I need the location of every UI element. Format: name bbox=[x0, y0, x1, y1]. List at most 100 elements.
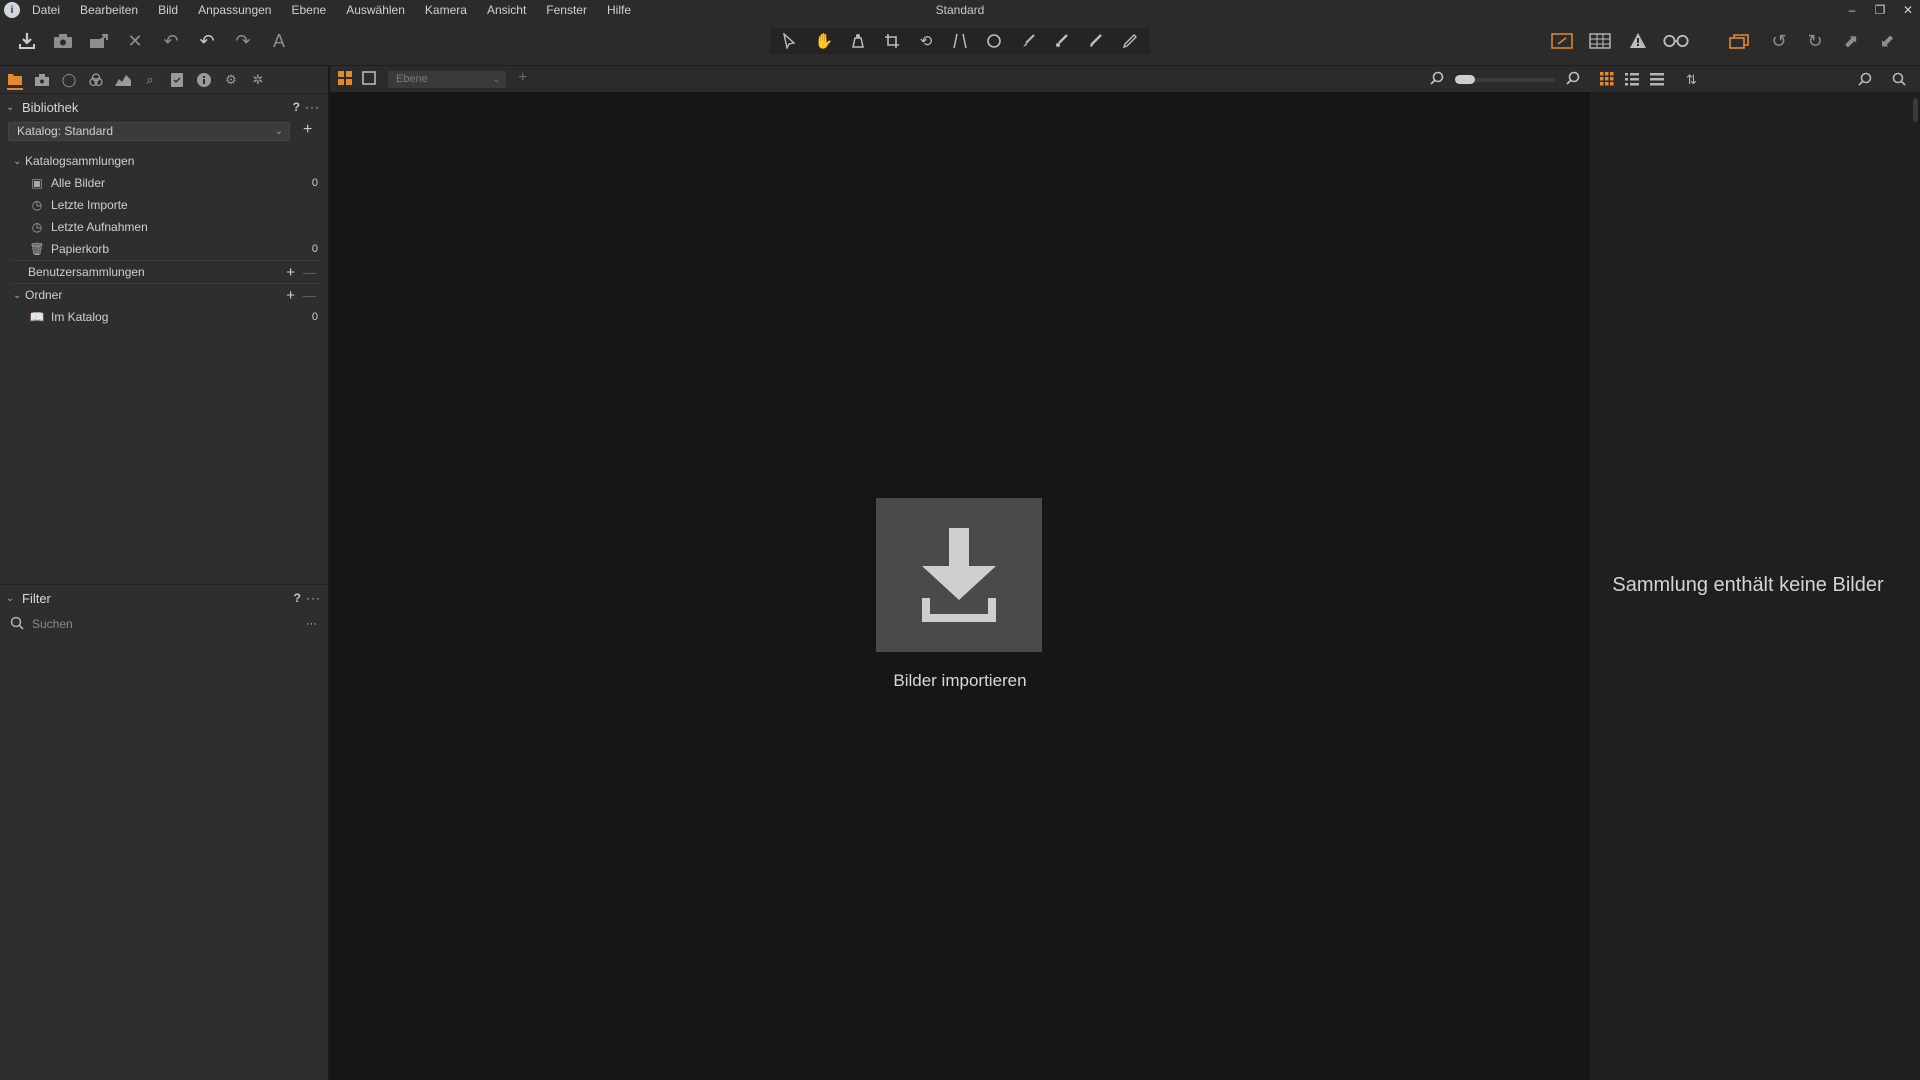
annotate-tool-icon[interactable] bbox=[1116, 28, 1144, 54]
exposure-warning-icon[interactable] bbox=[1548, 28, 1576, 54]
group-user-collections[interactable]: Benutzersammlungen + — bbox=[0, 261, 328, 283]
clone-variant-icon[interactable] bbox=[1726, 28, 1754, 54]
browser-zoom-icon[interactable] bbox=[1858, 72, 1872, 89]
import-images-button[interactable] bbox=[876, 498, 1042, 652]
grid-view-icon[interactable] bbox=[1600, 72, 1614, 89]
zoom-tool-icon[interactable] bbox=[844, 28, 872, 54]
menu-anpassungen[interactable]: Anpassungen bbox=[198, 3, 271, 17]
copy-adjustments-icon[interactable]: ⬈ bbox=[1840, 28, 1862, 54]
group-folders[interactable]: ⌄ Ordner + — bbox=[0, 284, 328, 306]
collection-recent-captures[interactable]: ◷ Letzte Aufnahmen bbox=[0, 216, 328, 238]
library-tree: ⌄ Katalogsammlungen ▣ Alle Bilder 0 ◷ Le… bbox=[0, 150, 328, 328]
menu-bild[interactable]: Bild bbox=[158, 3, 178, 17]
chevron-down-icon[interactable]: ⌄ bbox=[13, 290, 25, 301]
group-catalog-collections[interactable]: ⌄ Katalogsammlungen bbox=[0, 150, 328, 172]
collection-trash[interactable]: 🗑 Papierkorb 0 bbox=[0, 238, 328, 260]
picker-tool-icon[interactable] bbox=[1082, 28, 1110, 54]
chevron-down-icon[interactable]: ⌄ bbox=[6, 593, 18, 604]
rotate-tool-icon[interactable]: ⟲ bbox=[912, 28, 940, 54]
filter-more-button[interactable]: ··· bbox=[306, 591, 321, 605]
multi-view-icon[interactable] bbox=[338, 71, 352, 88]
zoom-slider-handle[interactable] bbox=[1455, 75, 1475, 84]
collection-label: Letzte Importe bbox=[51, 198, 128, 212]
undo-history-icon[interactable]: ↶ bbox=[160, 28, 182, 54]
capture-tab-camera-icon[interactable] bbox=[34, 72, 50, 88]
menu-auswaehlen[interactable]: Auswählen bbox=[346, 3, 405, 17]
sort-icon[interactable]: ⇅ bbox=[1686, 72, 1697, 88]
menu-ansicht[interactable]: Ansicht bbox=[487, 3, 526, 17]
chevron-down-icon[interactable]: ⌄ bbox=[13, 156, 25, 167]
search-icon[interactable] bbox=[10, 616, 26, 633]
close-icon[interactable]: ✕ bbox=[1902, 3, 1914, 17]
text-tool-icon[interactable]: A bbox=[268, 28, 290, 54]
remove-user-collection-button[interactable]: — bbox=[303, 265, 316, 280]
apply-adjustments-icon[interactable]: ⬋ bbox=[1876, 28, 1898, 54]
chevron-down-icon[interactable]: ⌄ bbox=[6, 102, 18, 113]
search-input[interactable] bbox=[32, 617, 282, 631]
menu-kamera[interactable]: Kamera bbox=[425, 3, 467, 17]
catalog-select[interactable]: Katalog: Standard ⌄ bbox=[8, 122, 290, 141]
browser-scrollbar[interactable] bbox=[1913, 98, 1918, 122]
delete-icon[interactable]: ✕ bbox=[124, 28, 146, 54]
collection-all-images[interactable]: ▣ Alle Bilder 0 bbox=[0, 172, 328, 194]
restore-icon[interactable]: ❐ bbox=[1874, 3, 1886, 17]
color-tab-icon[interactable] bbox=[88, 72, 104, 88]
add-layer-icon[interactable]: + bbox=[518, 69, 527, 87]
layer-select[interactable]: Ebene ⌄ bbox=[388, 71, 506, 88]
library-header[interactable]: ⌄ Bibliothek ? ··· bbox=[0, 94, 328, 120]
reset-icon[interactable]: ↺ bbox=[1768, 28, 1790, 54]
spot-tool-icon[interactable] bbox=[980, 28, 1008, 54]
collection-recent-imports[interactable]: ◷ Letzte Importe bbox=[0, 194, 328, 216]
keystone-tool-icon[interactable] bbox=[946, 28, 974, 54]
redo-icon[interactable]: ↷ bbox=[232, 28, 254, 54]
menu-datei[interactable]: Datei bbox=[32, 3, 60, 17]
menu-ebene[interactable]: Ebene bbox=[291, 3, 326, 17]
batch-tab-gears-icon[interactable]: ✲ bbox=[250, 72, 266, 88]
zoom-in-icon[interactable] bbox=[1566, 71, 1580, 88]
menu-bearbeiten[interactable]: Bearbeiten bbox=[80, 3, 138, 17]
add-catalog-button[interactable]: + bbox=[303, 121, 312, 139]
brush-tool-icon[interactable] bbox=[1014, 28, 1042, 54]
single-view-icon[interactable] bbox=[362, 71, 376, 88]
search-options-button[interactable]: ··· bbox=[306, 618, 317, 630]
adjust-actions: ↺ ↻ ⬈ ⬋ bbox=[1726, 28, 1898, 54]
filter-header[interactable]: ⌄ Filter ? ··· bbox=[0, 585, 329, 611]
library-help-button[interactable]: ? bbox=[293, 100, 300, 114]
gradient-tool-icon[interactable] bbox=[1048, 28, 1076, 54]
output-tab-gear-icon[interactable]: ⚙ bbox=[223, 72, 239, 88]
grid-overlay-icon[interactable] bbox=[1586, 28, 1614, 54]
metadata-tab-info-icon[interactable] bbox=[196, 72, 212, 88]
hand-tool-icon[interactable]: ✋ bbox=[810, 28, 838, 54]
minimize-icon[interactable]: – bbox=[1846, 3, 1858, 17]
import-icon[interactable] bbox=[16, 28, 38, 54]
zoom-out-icon[interactable] bbox=[1430, 71, 1444, 88]
folder-in-catalog[interactable]: 📖 Im Katalog 0 bbox=[0, 306, 328, 328]
glasses-icon[interactable] bbox=[1662, 28, 1690, 54]
adjustments-tab-checklist-icon[interactable] bbox=[169, 72, 185, 88]
browser-search-icon[interactable] bbox=[1892, 72, 1906, 89]
folder-count: 0 bbox=[311, 311, 318, 323]
app-logo-icon[interactable]: i bbox=[4, 2, 20, 18]
crop-tool-icon[interactable] bbox=[878, 28, 906, 54]
group-label: Ordner bbox=[25, 288, 63, 302]
camera-icon[interactable] bbox=[52, 28, 74, 54]
add-user-collection-button[interactable]: + bbox=[286, 264, 295, 281]
library-tab-folder-icon[interactable] bbox=[7, 70, 23, 90]
exposure-tab-histogram-icon[interactable] bbox=[115, 72, 131, 88]
lens-tab-circle-icon[interactable]: ◯ bbox=[61, 72, 77, 88]
list-view-icon[interactable] bbox=[1625, 72, 1639, 89]
library-more-button[interactable]: ··· bbox=[305, 100, 320, 114]
redo-adjust-icon[interactable]: ↻ bbox=[1804, 28, 1826, 54]
filmstrip-view-icon[interactable] bbox=[1650, 72, 1664, 89]
details-tab-magnifier-icon[interactable]: ⌕ bbox=[142, 72, 158, 88]
import-images-label[interactable]: Bilder importieren bbox=[810, 671, 1110, 691]
menu-fenster[interactable]: Fenster bbox=[546, 3, 587, 17]
warning-icon[interactable] bbox=[1624, 28, 1652, 54]
add-folder-button[interactable]: + bbox=[286, 287, 295, 304]
menu-hilfe[interactable]: Hilfe bbox=[607, 3, 631, 17]
filter-help-button[interactable]: ? bbox=[294, 591, 301, 605]
select-tool-icon[interactable] bbox=[776, 28, 804, 54]
export-icon[interactable] bbox=[88, 28, 110, 54]
undo-icon[interactable]: ↶ bbox=[196, 28, 218, 54]
remove-folder-button[interactable]: — bbox=[303, 288, 316, 303]
